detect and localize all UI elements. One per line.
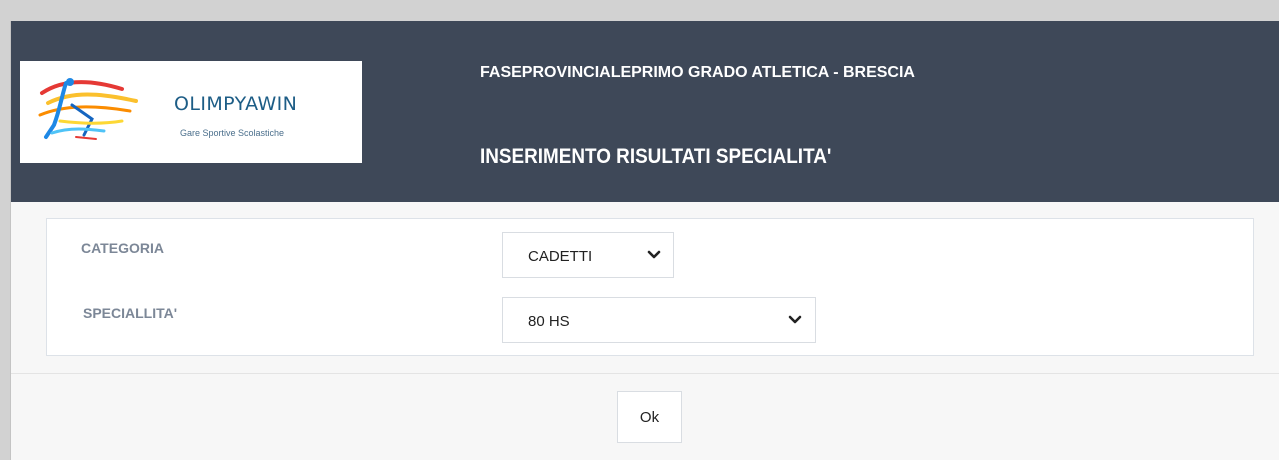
specialita-selected-value: 80 HS xyxy=(528,313,570,330)
header-bar: OLIMPYAWIN Gare Sportive Scolastiche FAS… xyxy=(11,21,1279,202)
logo: OLIMPYAWIN Gare Sportive Scolastiche xyxy=(20,61,362,163)
footer-divider xyxy=(11,373,1279,374)
categoria-select[interactable]: CADETTI xyxy=(502,232,674,278)
logo-brand-text: OLIMPYAWIN xyxy=(174,93,298,115)
dialog-frame: OLIMPYAWIN Gare Sportive Scolastiche FAS… xyxy=(10,21,1279,460)
chevron-down-icon xyxy=(788,315,802,324)
categoria-selected-value: CADETTI xyxy=(528,248,593,265)
categoria-label: CATEGORIA xyxy=(81,240,164,256)
chevron-down-icon xyxy=(647,250,661,259)
form-panel: CATEGORIA CADETTI SPECIALLITA' 80 HS xyxy=(46,218,1254,356)
runner-logo-icon xyxy=(38,78,138,140)
specialita-label: SPECIALLITA' xyxy=(83,305,178,321)
event-title: FASEPROVINCIALEPRIMO GRADO ATLETICA - BR… xyxy=(480,64,915,81)
page-title: INSERIMENTO RISULTATI SPECIALITA' xyxy=(480,145,832,168)
logo-tagline: Gare Sportive Scolastiche xyxy=(180,128,285,138)
ok-button[interactable]: Ok xyxy=(617,391,682,443)
specialita-select[interactable]: 80 HS xyxy=(502,297,816,343)
